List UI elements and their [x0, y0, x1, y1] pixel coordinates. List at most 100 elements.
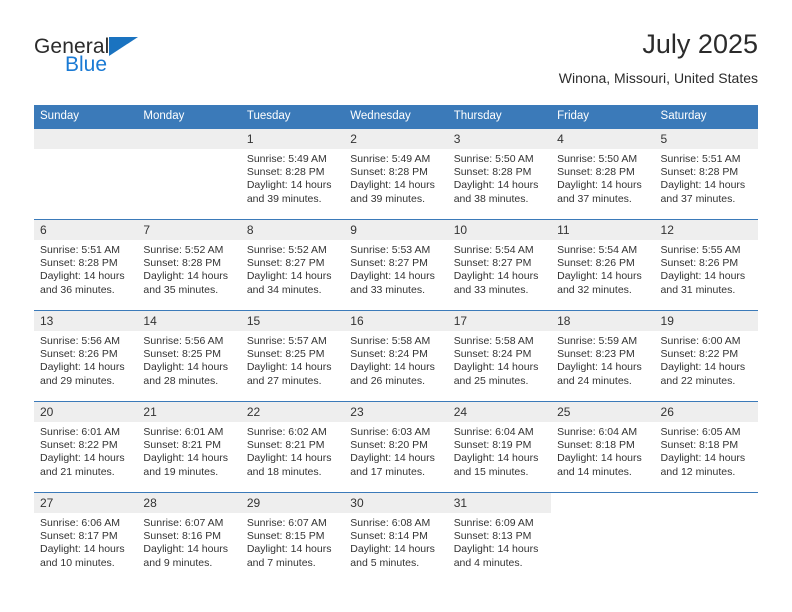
calendar-day-cell[interactable]: 12 Sunrise: 5:55 AM Sunset: 8:26 PM Dayligh…	[654, 219, 758, 311]
general-blue-logo[interactable]: General Blue	[34, 36, 164, 86]
calendar-day-cell[interactable]: 18 Sunrise: 5:59 AM Sunset: 8:23 PM Dayligh…	[551, 310, 655, 402]
calendar-day-cell[interactable]: 3 Sunrise: 5:50 AM Sunset: 8:28 PM Daylight…	[447, 128, 552, 220]
sunset-text: Sunset: 8:26 PM	[557, 257, 635, 270]
calendar-week-row: 20 Sunrise: 6:01 AM Sunset: 8:22 PM Dayligh…	[34, 401, 758, 493]
calendar-day-cell[interactable]: 10 Sunrise: 5:54 AM Sunset: 8:27 PM Dayligh…	[447, 219, 552, 311]
calendar-day-cell[interactable]: 14 Sunrise: 5:56 AM Sunset: 8:25 PM Dayligh…	[137, 310, 241, 402]
day-number	[551, 493, 655, 513]
sunset-text: Sunset: 8:14 PM	[350, 530, 428, 543]
sunset-text: Sunset: 8:28 PM	[660, 166, 739, 179]
day-number	[654, 493, 758, 513]
daylight-text-line1: Daylight: 14 hours	[557, 270, 642, 283]
day-number: 13	[34, 311, 138, 331]
calendar-day-cell[interactable]: 5 Sunrise: 5:51 AM Sunset: 8:28 PM Daylight…	[654, 128, 758, 220]
day-number: 7	[137, 220, 241, 240]
day-number: 31	[447, 493, 552, 513]
sunrise-text: Sunrise: 5:49 AM	[350, 153, 431, 165]
calendar-day-cell[interactable]: 20 Sunrise: 6:01 AM Sunset: 8:22 PM Dayligh…	[34, 401, 138, 493]
daylight-text-line1: Daylight: 14 hours	[453, 179, 539, 192]
calendar-cell-inner: 2 Sunrise: 5:49 AM Sunset: 8:28 PM Daylight…	[344, 129, 448, 219]
calendar-day-cell[interactable]: 28 Sunrise: 6:07 AM Sunset: 8:16 PM Dayligh…	[137, 492, 241, 583]
calendar-day-cell[interactable]: 15 Sunrise: 5:57 AM Sunset: 8:25 PM Dayligh…	[240, 310, 345, 402]
calendar-day-cell[interactable]: 2 Sunrise: 5:49 AM Sunset: 8:28 PM Daylight…	[344, 128, 448, 220]
daylight-text-line2: and 35 minutes.	[143, 283, 219, 296]
calendar-day-cell[interactable]: 6 Sunrise: 5:51 AM Sunset: 8:28 PM Daylight…	[34, 219, 138, 311]
calendar-day-cell[interactable]: 30 Sunrise: 6:08 AM Sunset: 8:14 PM Dayligh…	[344, 492, 448, 583]
calendar-day-cell[interactable]: 1 Sunrise: 5:49 AM Sunset: 8:28 PM Daylight…	[240, 128, 345, 220]
daylight-text-line2: and 28 minutes.	[143, 374, 219, 387]
daylight-text-line1: Daylight: 14 hours	[246, 179, 332, 192]
calendar-day-cell[interactable]: 31 Sunrise: 6:09 AM Sunset: 8:13 PM Dayligh…	[447, 492, 552, 583]
daylight-text-line2: and 15 minutes.	[453, 465, 529, 478]
calendar-day-cell[interactable]: 11 Sunrise: 5:54 AM Sunset: 8:26 PM Dayligh…	[551, 219, 655, 311]
location-subtitle: Winona, Missouri, United States	[558, 70, 758, 86]
calendar-day-cell[interactable]: 19 Sunrise: 6:00 AM Sunset: 8:22 PM Dayligh…	[654, 310, 758, 402]
weekday-header-tuesday: Tuesday	[240, 105, 345, 129]
calendar-day-cell[interactable]: 25 Sunrise: 6:04 AM Sunset: 8:18 PM Dayligh…	[551, 401, 655, 493]
calendar-day-cell[interactable]: 13 Sunrise: 5:56 AM Sunset: 8:26 PM Dayligh…	[34, 310, 138, 402]
day-details: Sunrise: 6:02 AM Sunset: 8:21 PM Daylight:…	[241, 422, 344, 479]
calendar-day-cell[interactable]: 23 Sunrise: 6:03 AM Sunset: 8:20 PM Dayligh…	[344, 401, 448, 493]
sunrise-text: Sunrise: 6:04 AM	[557, 426, 638, 438]
day-number: 26	[654, 402, 758, 422]
day-details: Sunrise: 5:51 AM Sunset: 8:28 PM Daylight:…	[34, 240, 137, 297]
calendar-day-cell[interactable]: 27 Sunrise: 6:06 AM Sunset: 8:17 PM Dayligh…	[34, 492, 138, 583]
sunset-text: Sunset: 8:20 PM	[350, 439, 428, 452]
calendar-grid: Sunday Monday Tuesday Wednesday Thursday…	[34, 105, 758, 583]
calendar-cell-inner: 7 Sunrise: 5:52 AM Sunset: 8:28 PM Daylight…	[137, 220, 241, 310]
sunrise-text: Sunrise: 5:54 AM	[453, 244, 534, 256]
calendar-day-cell[interactable]: 4 Sunrise: 5:50 AM Sunset: 8:28 PM Daylight…	[551, 128, 655, 220]
sunset-text: Sunset: 8:18 PM	[557, 439, 635, 452]
daylight-text-line2: and 14 minutes.	[557, 465, 632, 478]
calendar-day-cell[interactable]: 24 Sunrise: 6:04 AM Sunset: 8:19 PM Dayligh…	[447, 401, 552, 493]
daylight-text-line2: and 34 minutes.	[246, 283, 322, 296]
day-details: Sunrise: 5:49 AM Sunset: 8:28 PM Daylight:…	[241, 149, 344, 206]
calendar-page: General Blue July 2025 Winona, Missouri,…	[0, 0, 792, 612]
sunrise-text: Sunrise: 5:51 AM	[660, 153, 741, 165]
daylight-text-line1: Daylight: 14 hours	[246, 452, 332, 465]
day-details: Sunrise: 5:50 AM Sunset: 8:28 PM Daylight:…	[551, 149, 654, 206]
day-number: 27	[34, 493, 138, 513]
sunrise-text: Sunrise: 6:08 AM	[350, 517, 431, 529]
daylight-text-line2: and 7 minutes.	[246, 556, 316, 569]
day-number: 24	[447, 402, 552, 422]
sunrise-text: Sunrise: 6:07 AM	[246, 517, 327, 529]
daylight-text-line2: and 26 minutes.	[350, 374, 425, 387]
day-number: 28	[137, 493, 241, 513]
sunset-text: Sunset: 8:28 PM	[453, 166, 532, 179]
calendar-cell-inner: 24 Sunrise: 6:04 AM Sunset: 8:19 PM Dayligh…	[447, 402, 552, 492]
calendar-day-cell[interactable]: 29 Sunrise: 6:07 AM Sunset: 8:15 PM Dayligh…	[240, 492, 345, 583]
sunset-text: Sunset: 8:27 PM	[453, 257, 532, 270]
day-details: Sunrise: 5:52 AM Sunset: 8:28 PM Daylight:…	[137, 240, 240, 297]
day-number: 29	[240, 493, 345, 513]
calendar-day-cell[interactable]: 7 Sunrise: 5:52 AM Sunset: 8:28 PM Daylight…	[137, 219, 241, 311]
calendar-cell-inner	[654, 493, 758, 583]
calendar-cell-inner: 14 Sunrise: 5:56 AM Sunset: 8:25 PM Dayligh…	[137, 311, 241, 401]
calendar-day-cell[interactable]: 16 Sunrise: 5:58 AM Sunset: 8:24 PM Dayligh…	[344, 310, 448, 402]
day-number: 2	[344, 129, 448, 149]
sunrise-text: Sunrise: 6:05 AM	[660, 426, 741, 438]
day-details: Sunrise: 6:07 AM Sunset: 8:15 PM Daylight:…	[241, 513, 344, 570]
daylight-text-line2: and 24 minutes.	[557, 374, 632, 387]
calendar-day-cell[interactable]: 8 Sunrise: 5:52 AM Sunset: 8:27 PM Daylight…	[240, 219, 345, 311]
day-number: 11	[551, 220, 655, 240]
calendar-cell-inner: 18 Sunrise: 5:59 AM Sunset: 8:23 PM Dayligh…	[551, 311, 655, 401]
day-number: 10	[447, 220, 552, 240]
calendar-day-cell[interactable]: 21 Sunrise: 6:01 AM Sunset: 8:21 PM Dayligh…	[137, 401, 241, 493]
daylight-text-line1: Daylight: 14 hours	[143, 270, 229, 283]
daylight-text-line1: Daylight: 14 hours	[557, 179, 642, 192]
calendar-cell-inner: 25 Sunrise: 6:04 AM Sunset: 8:18 PM Dayligh…	[551, 402, 655, 492]
logo-text-general-label: General	[34, 35, 110, 58]
daylight-text-line2: and 12 minutes.	[660, 465, 736, 478]
calendar-day-cell[interactable]: 17 Sunrise: 5:58 AM Sunset: 8:24 PM Dayligh…	[447, 310, 552, 402]
sunrise-text: Sunrise: 5:58 AM	[453, 335, 534, 347]
daylight-text-line1: Daylight: 14 hours	[40, 452, 125, 465]
day-details: Sunrise: 6:07 AM Sunset: 8:16 PM Daylight:…	[137, 513, 240, 570]
calendar-day-cell[interactable]: 26 Sunrise: 6:05 AM Sunset: 8:18 PM Dayligh…	[654, 401, 758, 493]
calendar-day-cell[interactable]: 9 Sunrise: 5:53 AM Sunset: 8:27 PM Daylight…	[344, 219, 448, 311]
calendar-body: 1 Sunrise: 5:49 AM Sunset: 8:28 PM Daylight…	[34, 128, 758, 583]
day-number: 9	[344, 220, 448, 240]
calendar-day-cell[interactable]: 22 Sunrise: 6:02 AM Sunset: 8:21 PM Dayligh…	[240, 401, 345, 493]
calendar-cell-inner: 8 Sunrise: 5:52 AM Sunset: 8:27 PM Daylight…	[240, 220, 345, 310]
logo-text-general: General	[34, 36, 164, 57]
